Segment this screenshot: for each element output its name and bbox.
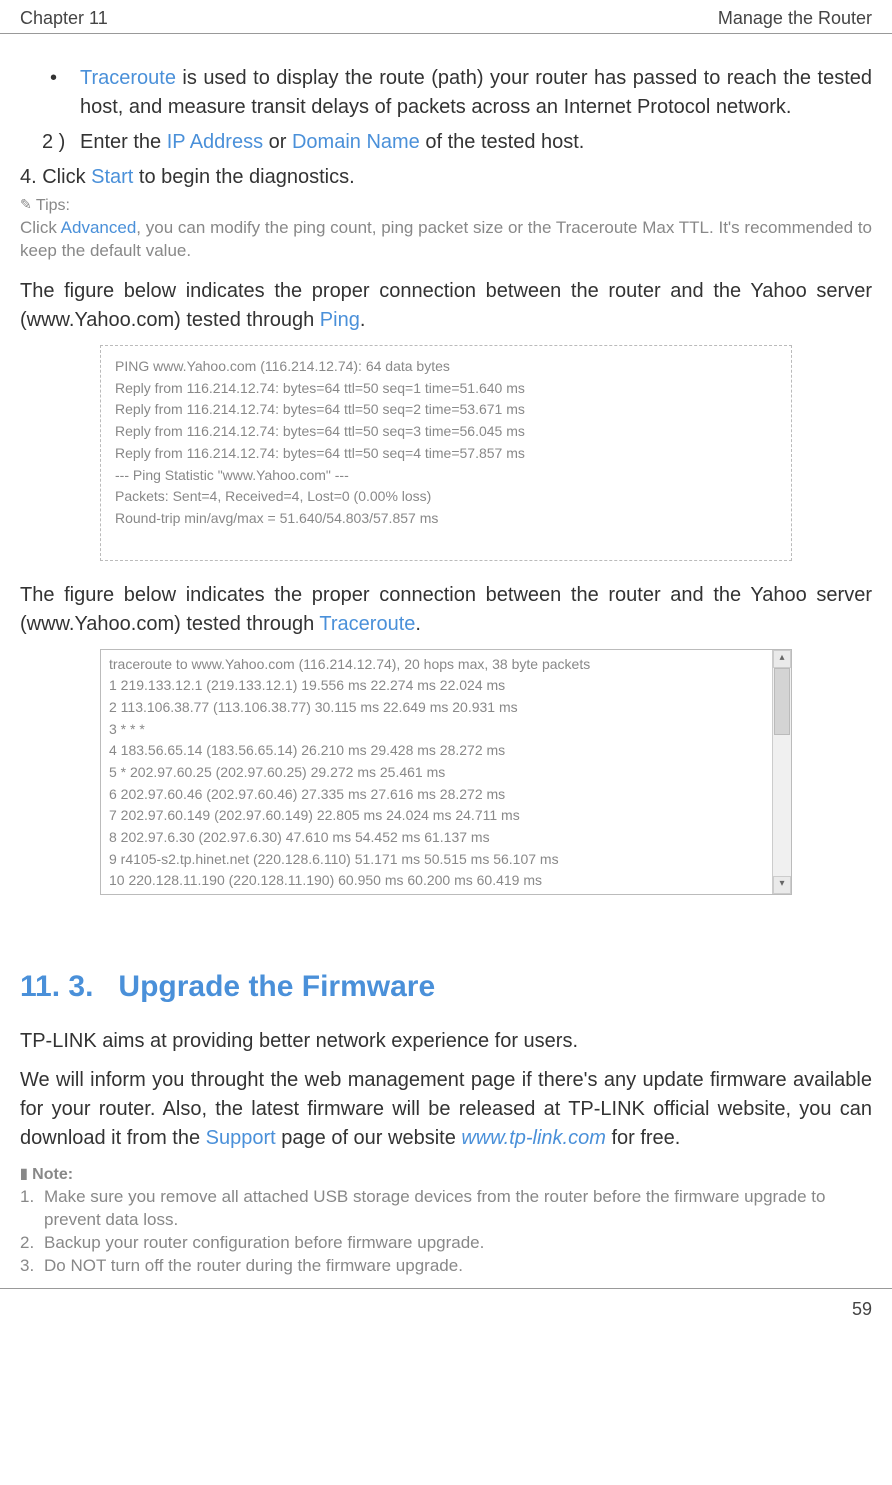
bookmark-icon: ▮	[20, 1165, 28, 1181]
step-4: 4. Click Start to begin the diagnostics.	[20, 163, 872, 192]
trace-line: 9 r4105-s2.tp.hinet.net (220.128.6.110) …	[109, 849, 764, 871]
ping-line: Packets: Sent=4, Received=4, Lost=0 (0.0…	[115, 486, 777, 508]
ping-line: Reply from 116.214.12.74: bytes=64 ttl=5…	[115, 421, 777, 443]
bullet-marker: •	[50, 64, 80, 122]
ping-line: Reply from 116.214.12.74: bytes=64 ttl=5…	[115, 378, 777, 400]
note-num: 3.	[20, 1255, 44, 1278]
trace-line: traceroute to www.Yahoo.com (116.214.12.…	[109, 654, 764, 676]
section-num: 11. 3.	[20, 970, 93, 1003]
note-label: ▮ Note:	[20, 1163, 872, 1186]
term-ping: Ping	[320, 309, 360, 331]
trace-line: 3 * * *	[109, 719, 764, 741]
term-advanced: Advanced	[61, 218, 137, 237]
scroll-thumb[interactable]	[774, 668, 790, 735]
term-ip-address: IP Address	[167, 131, 263, 153]
note-item: 1. Make sure you remove all attached USB…	[20, 1186, 872, 1232]
note-num: 2.	[20, 1232, 44, 1255]
header-title: Manage the Router	[718, 8, 872, 29]
tips-label: ✎ Tips:	[20, 194, 872, 217]
trace-line: 1 219.133.12.1 (219.133.12.1) 19.556 ms …	[109, 675, 764, 697]
link-icon: ✎	[20, 196, 32, 212]
ping-line: Reply from 116.214.12.74: bytes=64 ttl=5…	[115, 399, 777, 421]
scrollbar[interactable]: ▴ ▾	[772, 650, 791, 895]
para-firmware-2: We will inform you throught the web mana…	[20, 1066, 872, 1153]
ping-line: Reply from 116.214.12.74: bytes=64 ttl=5…	[115, 443, 777, 465]
term-traceroute2: Traceroute	[319, 613, 415, 635]
ping-line: Round-trip min/avg/max = 51.640/54.803/5…	[115, 508, 777, 530]
trace-line: 7 202.97.60.149 (202.97.60.149) 22.805 m…	[109, 805, 764, 827]
trace-line: 5 * 202.97.60.25 (202.97.60.25) 29.272 m…	[109, 762, 764, 784]
ping-line: PING www.Yahoo.com (116.214.12.74): 64 d…	[115, 356, 777, 378]
bullet-traceroute: • Traceroute is used to display the rout…	[50, 64, 872, 122]
term-start: Start	[91, 166, 133, 188]
term-support: Support	[206, 1127, 276, 1149]
scroll-up-icon[interactable]: ▴	[773, 650, 791, 668]
traceroute-content: traceroute to www.Yahoo.com (116.214.12.…	[101, 650, 772, 895]
trace-line: 8 202.97.6.30 (202.97.6.30) 47.610 ms 54…	[109, 827, 764, 849]
trace-line: 2 113.106.38.77 (113.106.38.77) 30.115 m…	[109, 697, 764, 719]
note-item: 2. Backup your router configuration befo…	[20, 1232, 872, 1255]
note-list: 1. Make sure you remove all attached USB…	[20, 1186, 872, 1278]
trace-line: 4 183.56.65.14 (183.56.65.14) 26.210 ms …	[109, 740, 764, 762]
substep-num: 2 )	[42, 128, 80, 157]
chapter-label: Chapter 11	[20, 8, 108, 29]
page-number: 59	[0, 1289, 892, 1328]
section-heading: 11. 3. Upgrade the Firmware	[20, 965, 872, 1009]
substep-text: Enter the IP Address or Domain Name of t…	[80, 128, 584, 157]
term-domain-name: Domain Name	[292, 131, 420, 153]
page-content: • Traceroute is used to display the rout…	[0, 34, 892, 1288]
note-item: 3. Do NOT turn off the router during the…	[20, 1255, 872, 1278]
term-traceroute: Traceroute	[80, 67, 176, 89]
link-tplink[interactable]: www.tp-link.com	[461, 1127, 605, 1149]
traceroute-output-box: traceroute to www.Yahoo.com (116.214.12.…	[100, 649, 792, 896]
bullet-text: Traceroute is used to display the route …	[80, 64, 872, 122]
substep-2: 2 ) Enter the IP Address or Domain Name …	[42, 128, 872, 157]
trace-line: 10 220.128.11.190 (220.128.11.190) 60.95…	[109, 870, 764, 892]
tips-text: Click Advanced, you can modify the ping …	[20, 217, 872, 263]
scroll-down-icon[interactable]: ▾	[773, 876, 791, 894]
ping-output-box: PING www.Yahoo.com (116.214.12.74): 64 d…	[100, 345, 792, 561]
para-traceroute-intro: The figure below indicates the proper co…	[20, 581, 872, 639]
para-firmware-1: TP-LINK aims at providing better network…	[20, 1027, 872, 1056]
note-text: Make sure you remove all attached USB st…	[44, 1186, 872, 1232]
note-num: 1.	[20, 1186, 44, 1232]
section-title-text: Upgrade the Firmware	[118, 970, 435, 1003]
note-text: Do NOT turn off the router during the fi…	[44, 1255, 463, 1278]
para-ping-intro: The figure below indicates the proper co…	[20, 277, 872, 335]
ping-line: --- Ping Statistic "www.Yahoo.com" ---	[115, 465, 777, 487]
trace-line: 6 202.97.60.46 (202.97.60.46) 27.335 ms …	[109, 784, 764, 806]
page-header: Chapter 11 Manage the Router	[0, 0, 892, 34]
note-text: Backup your router configuration before …	[44, 1232, 484, 1255]
